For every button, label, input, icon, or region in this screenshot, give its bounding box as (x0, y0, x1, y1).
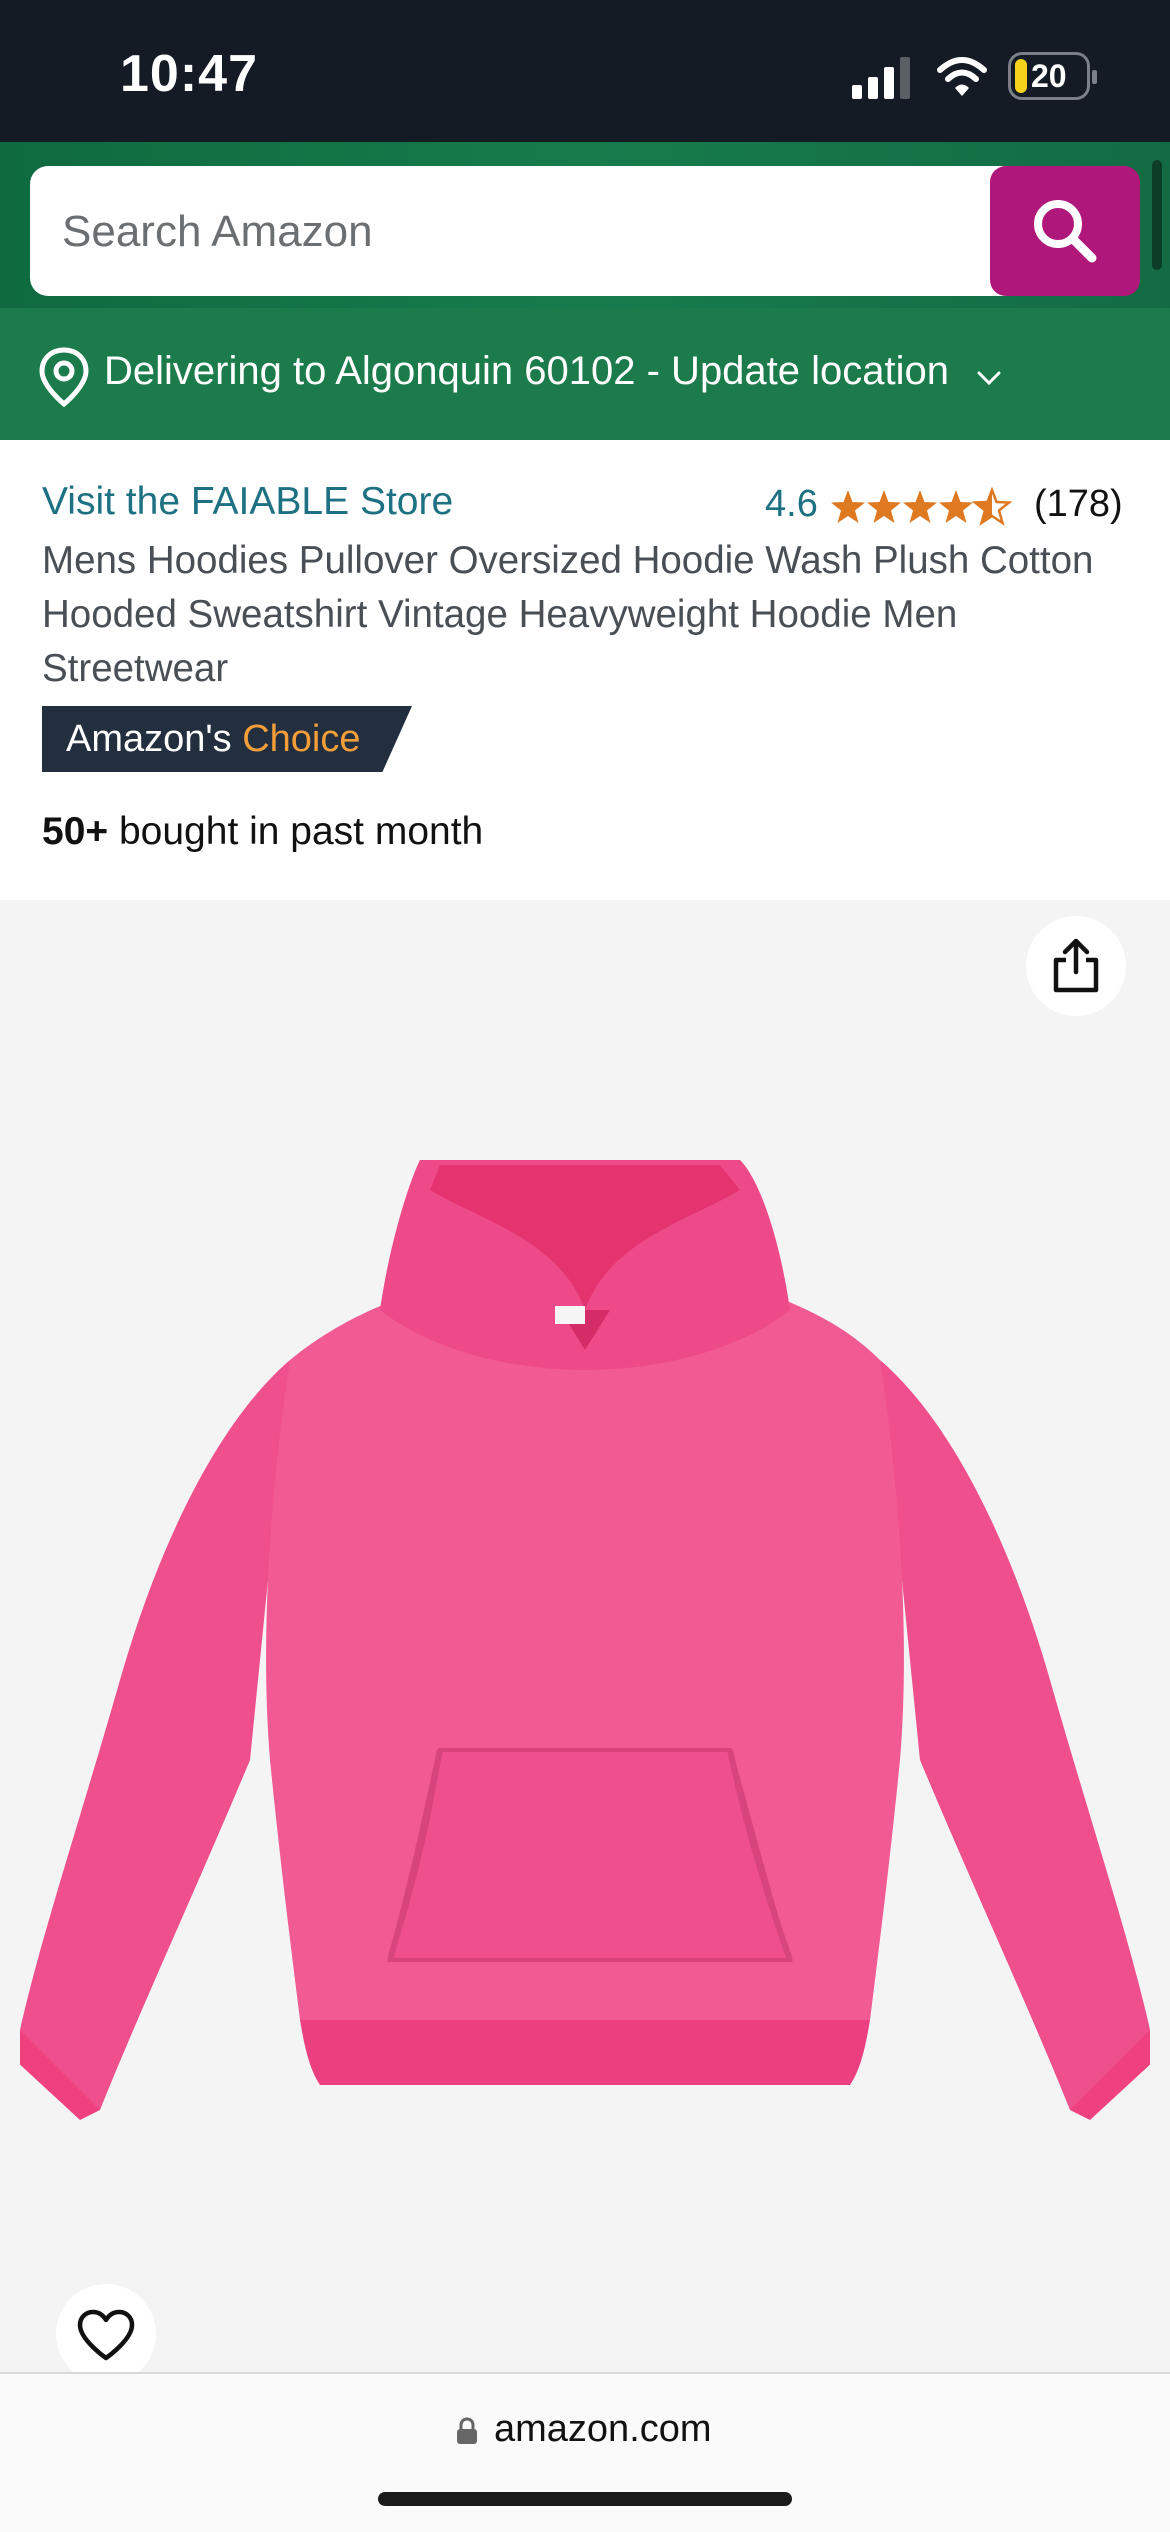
home-indicator[interactable] (378, 2492, 792, 2506)
product-title: Mens Hoodies Pullover Oversized Hoodie W… (42, 539, 1094, 690)
amazons-choice-badge: Amazon's Choice (42, 706, 412, 772)
location-pin-icon (39, 347, 89, 408)
lock-icon (457, 2417, 477, 2444)
review-count[interactable]: (178) (1034, 483, 1123, 526)
visit-store-link[interactable]: Visit the FAIABLE Store (42, 480, 453, 524)
badge-choice-word: Choice (242, 718, 361, 760)
scrollbar[interactable] (1152, 160, 1162, 270)
bought-count: 50+ (42, 810, 109, 853)
product-image[interactable] (20, 1160, 1150, 2140)
battery-icon: 20 (1008, 52, 1097, 100)
share-button[interactable] (1026, 916, 1126, 1016)
bought-label: bought in past month (108, 810, 484, 853)
search-icon (1034, 200, 1097, 263)
search-box[interactable] (30, 166, 1140, 296)
search-button[interactable] (990, 166, 1140, 296)
signal-icon (852, 57, 910, 99)
bought-in-past-month: 50+ bought in past month (42, 810, 483, 854)
rating-value[interactable]: 4.6 (765, 483, 818, 526)
rating-stars-icon[interactable] (830, 487, 1012, 527)
share-icon (1053, 938, 1099, 993)
battery-level: 20 (1031, 58, 1067, 94)
battery-fill (1015, 59, 1027, 93)
status-time: 10:47 (120, 45, 258, 103)
heart-icon (77, 2309, 135, 2361)
search-input[interactable] (30, 166, 1024, 296)
badge-prefix: Amazon's (66, 718, 243, 760)
battery-tip (1092, 70, 1097, 84)
chevron-down-icon[interactable] (976, 369, 1002, 387)
delivery-location-text[interactable]: Delivering to Algonquin 60102 - Update l… (104, 349, 949, 394)
wifi-icon (937, 57, 987, 96)
wishlist-button[interactable] (56, 2284, 156, 2384)
badge-text: Amazon's Choice (66, 718, 361, 761)
url-text[interactable]: amazon.com (494, 2408, 712, 2451)
browser-url-bar[interactable] (0, 2372, 1170, 2532)
